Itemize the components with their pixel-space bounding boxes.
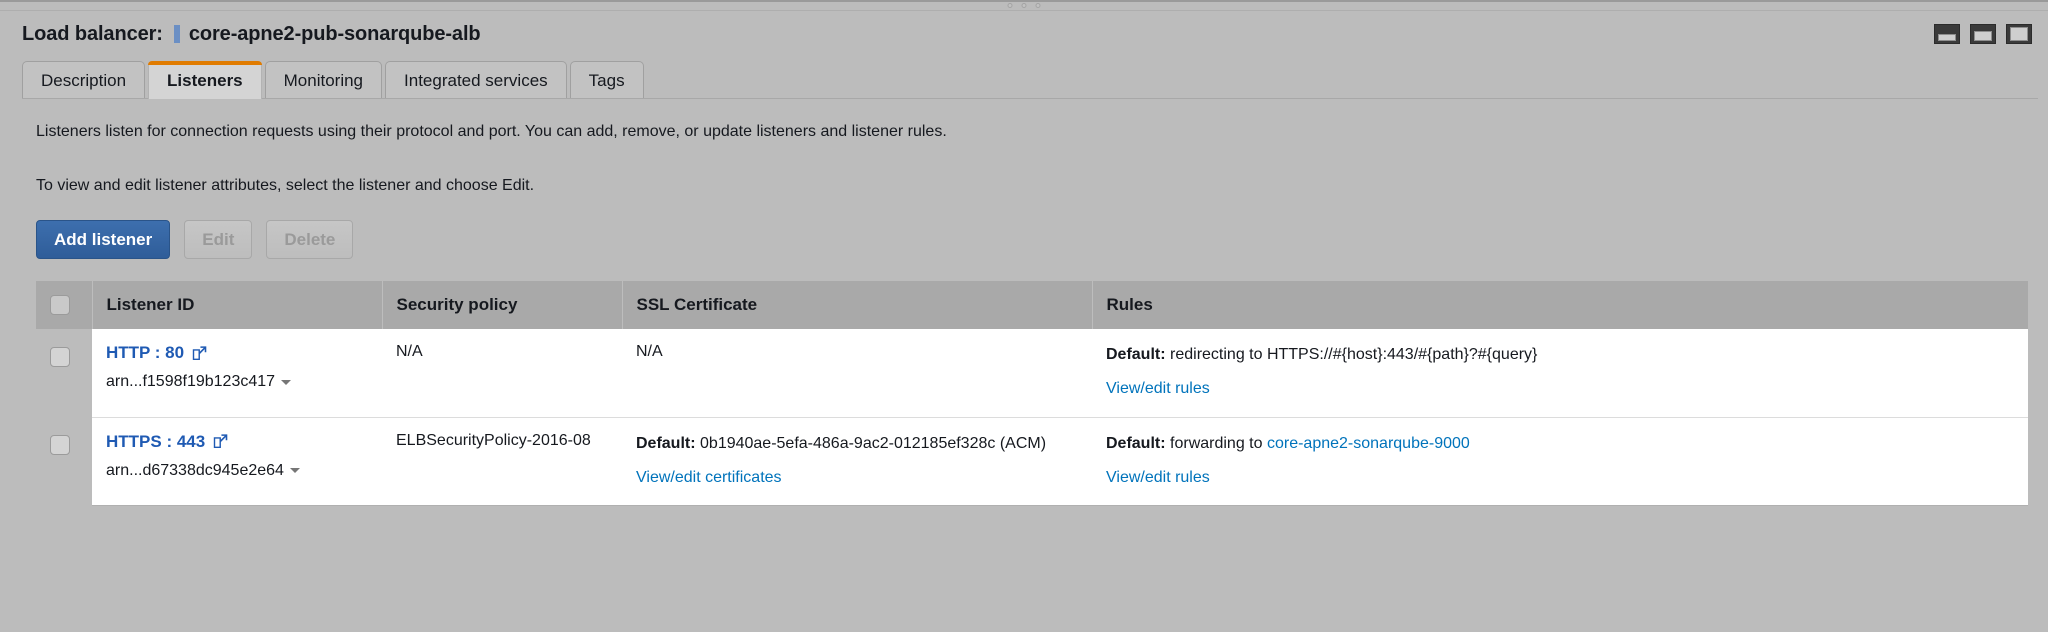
tab-tags[interactable]: Tags: [570, 61, 644, 99]
ssl-certificate-value: N/A: [636, 343, 663, 360]
pane-layout-large-icon[interactable]: [2006, 24, 2032, 44]
rules-action-text: redirecting to HTTPS://#{host}:443/#{pat…: [1170, 346, 1537, 363]
pane-drag-strip[interactable]: [0, 0, 2048, 10]
listeners-description-line1: Listeners listen for connection requests…: [36, 121, 2026, 143]
tab-listeners[interactable]: Listeners: [148, 61, 262, 99]
chevron-down-icon: [290, 468, 300, 473]
pane-layout-small-icon[interactable]: [1934, 24, 1960, 44]
table-row[interactable]: HTTPS : 443 arn...d67338dc945e2e64: [36, 417, 2028, 506]
listener-protocol-link[interactable]: HTTP : 80: [106, 343, 207, 363]
edit-button[interactable]: Edit: [184, 220, 252, 259]
listeners-table-wrapper: Listener ID Security policy SSL Certific…: [36, 281, 2028, 506]
page-header: Load balancer: core-apne2-pub-sonarqube-…: [0, 11, 2048, 57]
listener-arn-dropdown[interactable]: arn...d67338dc945e2e64: [106, 462, 300, 480]
table-header-row: Listener ID Security policy SSL Certific…: [36, 281, 2028, 329]
cell-rules: Default: forwarding to core-apne2-sonarq…: [1092, 417, 2028, 506]
page-title-prefix: Load balancer:: [22, 23, 163, 46]
tab-label: Tags: [589, 71, 625, 91]
tab-label: Description: [41, 71, 126, 91]
rules-link-wrap: View/edit rules: [1106, 378, 2018, 400]
cell-listener-id: HTTP : 80 arn...f1598f19b123c417: [92, 329, 382, 417]
table-body: HTTP : 80 arn...f1598f19b123c417: [36, 329, 2028, 506]
cell-security-policy: N/A: [382, 329, 622, 417]
listener-arn-label: arn...f1598f19b123c417: [106, 373, 275, 391]
rules-summary: Default: redirecting to HTTPS://#{host}:…: [1106, 343, 2018, 366]
add-listener-button[interactable]: Add listener: [36, 220, 170, 259]
listener-protocol-label: HTTPS : 443: [106, 432, 205, 452]
security-policy-value: ELBSecurityPolicy-2016-08: [396, 432, 591, 449]
cell-listener-id: HTTPS : 443 arn...d67338dc945e2e64: [92, 417, 382, 506]
ssl-link-wrap: View/edit certificates: [636, 467, 1082, 489]
listeners-description-line2: To view and edit listener attributes, se…: [36, 175, 2026, 197]
tab-label: Listeners: [167, 71, 243, 91]
listeners-toolbar: Add listener Edit Delete: [36, 220, 2026, 259]
ssl-default-label: Default:: [636, 435, 696, 452]
external-link-icon: [213, 434, 228, 449]
chevron-down-icon: [281, 380, 291, 385]
listener-arn-label: arn...d67338dc945e2e64: [106, 462, 284, 480]
tab-bar: Description Listeners Monitoring Integra…: [0, 57, 2048, 99]
tab-underline: [22, 98, 2038, 99]
external-link-icon: [192, 346, 207, 361]
table-row[interactable]: HTTP : 80 arn...f1598f19b123c417: [36, 329, 2028, 417]
row-select-cell: [36, 329, 92, 417]
rules-target-group-link[interactable]: core-apne2-sonarqube-9000: [1267, 435, 1470, 452]
column-header-ssl-certificate[interactable]: SSL Certificate: [622, 281, 1092, 329]
cell-ssl-certificate: Default: 0b1940ae-5efa-486a-9ac2-012185e…: [622, 417, 1092, 506]
row-checkbox[interactable]: [50, 347, 70, 367]
listeners-table: Listener ID Security policy SSL Certific…: [36, 281, 2028, 506]
cell-security-policy: ELBSecurityPolicy-2016-08: [382, 417, 622, 506]
column-header-listener-id[interactable]: Listener ID: [92, 281, 382, 329]
delete-button[interactable]: Delete: [266, 220, 353, 259]
tab-integrated-services[interactable]: Integrated services: [385, 61, 567, 99]
rules-summary: Default: forwarding to core-apne2-sonarq…: [1106, 432, 2018, 455]
column-header-security-policy[interactable]: Security policy: [382, 281, 622, 329]
row-checkbox[interactable]: [50, 435, 70, 455]
tab-description[interactable]: Description: [22, 61, 145, 99]
tab-label: Monitoring: [284, 71, 363, 91]
view-edit-certificates-link[interactable]: View/edit certificates: [636, 469, 782, 486]
page-title: core-apne2-pub-sonarqube-alb: [189, 23, 481, 46]
cell-rules: Default: redirecting to HTTPS://#{host}:…: [1092, 329, 2028, 417]
cell-ssl-certificate: N/A: [622, 329, 1092, 417]
row-select-cell: [36, 417, 92, 506]
ssl-certificate-value: 0b1940ae-5efa-486a-9ac2-012185ef328c (AC…: [700, 435, 1046, 452]
table-header: Listener ID Security policy SSL Certific…: [36, 281, 2028, 329]
rules-default-label: Default:: [1106, 435, 1166, 452]
tab-monitoring[interactable]: Monitoring: [265, 61, 382, 99]
listener-protocol-label: HTTP : 80: [106, 343, 184, 363]
rules-link-wrap: View/edit rules: [1106, 467, 2018, 489]
lb-color-marker: [174, 25, 180, 43]
view-edit-rules-link[interactable]: View/edit rules: [1106, 469, 1210, 486]
security-policy-value: N/A: [396, 343, 423, 360]
column-header-rules[interactable]: Rules: [1092, 281, 2028, 329]
listener-arn-dropdown[interactable]: arn...f1598f19b123c417: [106, 373, 291, 391]
drag-handle-dots-icon[interactable]: [1008, 3, 1041, 8]
view-edit-rules-link[interactable]: View/edit rules: [1106, 380, 1210, 397]
pane-layout-controls[interactable]: [1934, 24, 2032, 44]
listeners-panel: Listeners listen for connection requests…: [0, 121, 2048, 506]
rules-default-label: Default:: [1106, 346, 1166, 363]
select-all-checkbox[interactable]: [50, 295, 70, 315]
ssl-certificate-summary: Default: 0b1940ae-5efa-486a-9ac2-012185e…: [636, 432, 1082, 455]
pane-layout-medium-icon[interactable]: [1970, 24, 1996, 44]
select-all-header: [36, 281, 92, 329]
tab-label: Integrated services: [404, 71, 548, 91]
rules-action-text: forwarding to: [1170, 435, 1263, 452]
listener-protocol-link[interactable]: HTTPS : 443: [106, 432, 228, 452]
